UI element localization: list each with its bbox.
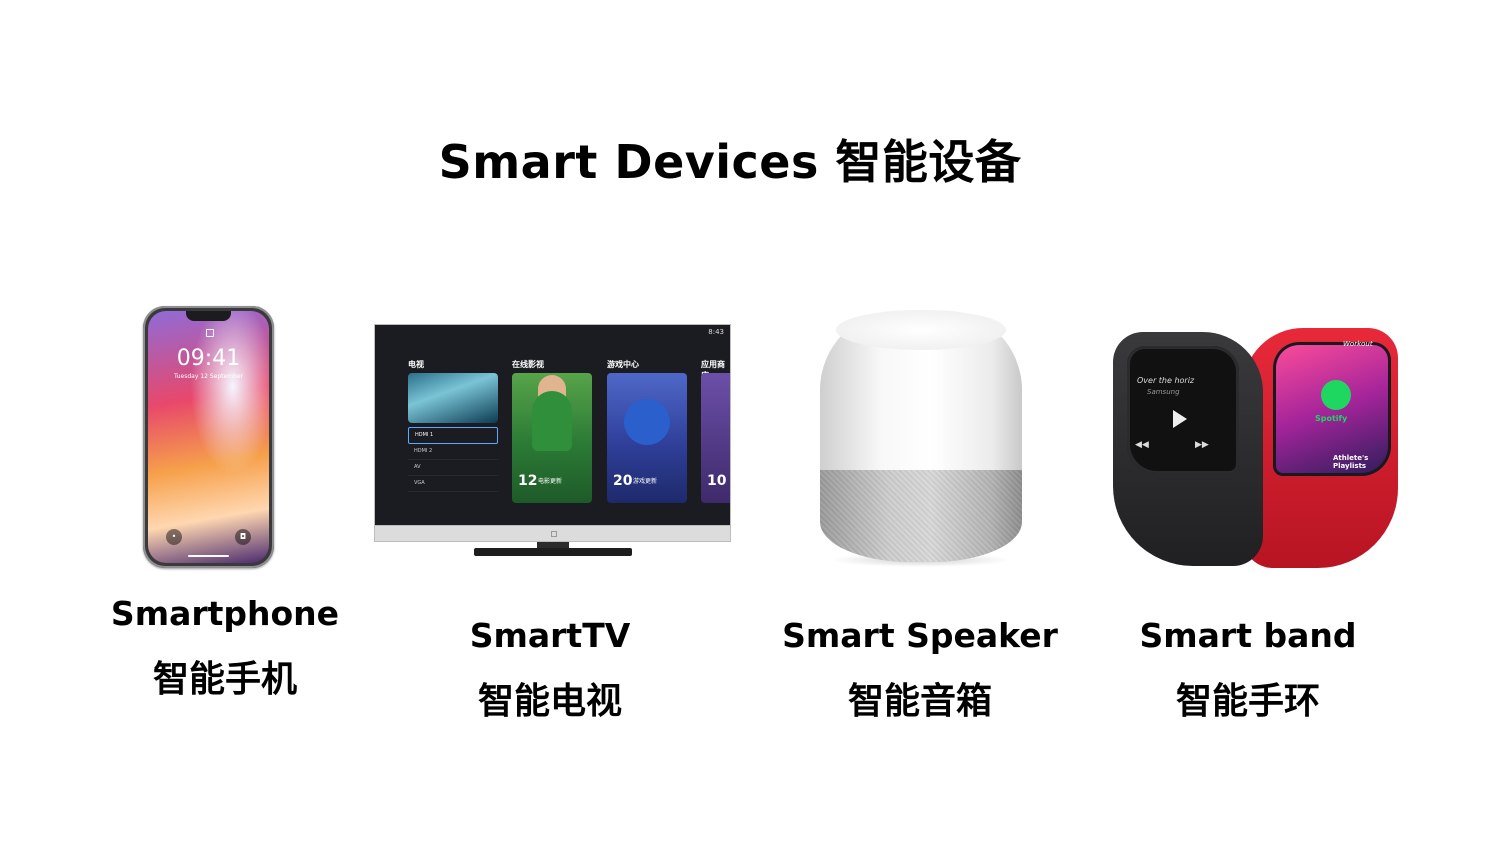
tv-card-movie: 12 电影更新	[512, 373, 592, 503]
tv-section-title: 电视	[408, 360, 424, 369]
play-icon	[1173, 410, 1187, 428]
lock-icon	[206, 329, 214, 337]
band-icon: Over the horiz Samsung ◀◀ ▶▶ Workout Spo…	[1113, 328, 1398, 570]
device-name-zh: 智能手机	[152, 659, 297, 700]
phone-notch	[186, 311, 231, 321]
device-label-speaker: Smart Speaker 智能音箱	[780, 614, 1060, 726]
tv-input-row: VGA	[408, 476, 498, 492]
phone-date: Tuesday 12 September	[173, 373, 244, 380]
tv-card-game: 20 游戏更新	[607, 373, 687, 503]
tv-input-list: HDMI 1 HDMI 2 AV VGA	[408, 427, 498, 492]
home-indicator	[188, 555, 229, 557]
tv-icon: 8:43 电视 在线影视 游戏中心 应用商店 HDMI 1 HDMI 2 AV …	[374, 324, 731, 558]
previous-icon: ◀◀	[1135, 440, 1149, 450]
device-name-en: Smart Speaker	[782, 616, 1058, 655]
tv-input-row: HDMI 2	[408, 444, 498, 460]
speaker-icon	[790, 305, 1054, 595]
band-playlist: Athlete's Playlists	[1333, 454, 1369, 470]
page-title: Smart Devices 智能设备	[438, 135, 1022, 189]
tv-stand-base	[474, 548, 632, 556]
tv-card-text: 游戏更新	[633, 478, 658, 485]
device-label-tv: SmartTV 智能电视	[430, 614, 670, 726]
tv-status: 8:43	[708, 328, 724, 336]
tv-card-number: 12	[518, 473, 538, 489]
device-label-smartphone: Smartphone 智能手机	[105, 592, 345, 704]
band-mode: Workout	[1343, 340, 1373, 348]
tv-logo-icon	[551, 531, 557, 537]
band-track: Over the horiz	[1137, 376, 1195, 385]
tv-card-text: 电影更新	[538, 478, 563, 485]
flashlight-icon: •	[166, 529, 182, 545]
spotify-icon	[1321, 380, 1351, 410]
speaker-fabric	[820, 470, 1022, 562]
device-name-zh: 智能电视	[477, 681, 622, 722]
smartphone-icon: 09:41 Tuesday 12 September • ◘	[143, 306, 274, 568]
character-figure	[624, 399, 670, 445]
character-figure	[532, 391, 572, 451]
tv-card-app: 10	[701, 373, 730, 503]
camera-icon: ◘	[235, 529, 251, 545]
tv-input-row: AV	[408, 460, 498, 476]
tv-input-row: HDMI 1	[408, 427, 498, 444]
phone-screen: 09:41 Tuesday 12 September • ◘	[148, 311, 269, 563]
tv-card-surf	[408, 373, 498, 423]
device-name-en: Smart band	[1139, 616, 1357, 655]
tv-card-number: 20	[613, 473, 633, 489]
device-name-zh: 智能音箱	[847, 681, 992, 722]
device-name-en: SmartTV	[469, 616, 631, 655]
device-label-band: Smart band 智能手环	[1128, 614, 1368, 726]
band-artist: Samsung	[1147, 388, 1180, 396]
device-name-en: Smartphone	[110, 594, 340, 633]
next-icon: ▶▶	[1195, 440, 1209, 450]
tv-screen: 8:43 电视 在线影视 游戏中心 应用商店 HDMI 1 HDMI 2 AV …	[374, 324, 731, 542]
tv-card-number: 10	[707, 473, 727, 489]
tv-section-title: 在线影视	[512, 360, 544, 369]
speaker-top	[836, 310, 1006, 350]
tv-bezel	[375, 525, 730, 541]
band-app: Spotify	[1315, 414, 1348, 423]
phone-clock: 09:41	[176, 346, 241, 371]
device-name-zh: 智能手环	[1175, 681, 1320, 722]
tv-section-title: 游戏中心	[607, 360, 639, 369]
